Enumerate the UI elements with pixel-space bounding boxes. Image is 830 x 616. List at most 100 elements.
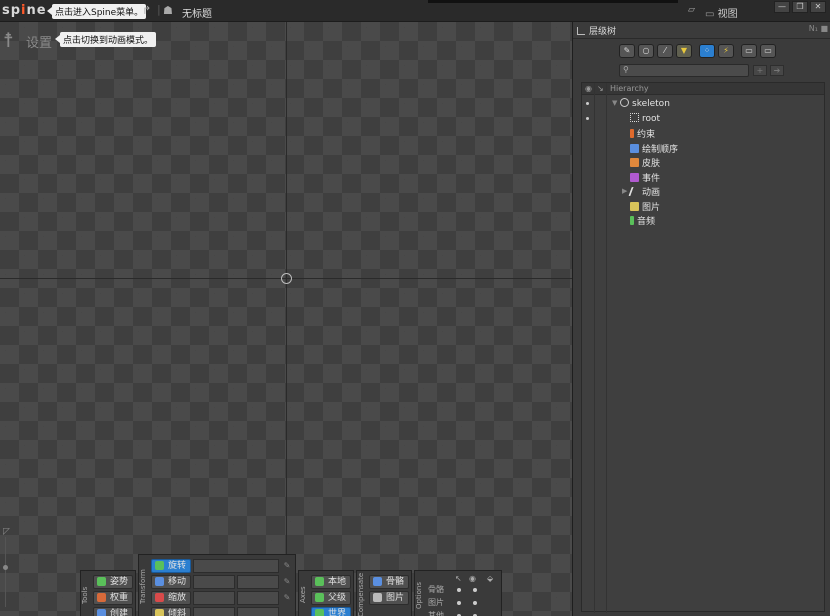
column-separator [594, 83, 595, 613]
zoom-slider[interactable]: ◸ [3, 527, 10, 607]
restore-button[interactable]: ❐ [792, 1, 808, 13]
translate-tool-button[interactable]: 移动 [151, 575, 191, 589]
skeleton-expander-icon[interactable]: ▼ [612, 99, 617, 107]
translate-pin-icon[interactable]: ✎ [281, 575, 293, 589]
local-axes-label: 本地 [328, 577, 347, 587]
tree-node-root[interactable]: root [630, 113, 660, 124]
parent-axes-label: 父级 [328, 593, 347, 603]
bones-filter-icon[interactable]: ✎ [619, 44, 635, 58]
bones-select-toggle[interactable] [457, 588, 461, 592]
search-icon: ⚲ [623, 65, 629, 74]
wand-icon[interactable]: ⚡ [718, 44, 734, 58]
funnel-filter-icon[interactable]: ▼ [676, 44, 692, 58]
tree-node-animations[interactable]: 动画 [628, 185, 660, 198]
constraints-filter-icon[interactable]: ⁄ [657, 44, 673, 58]
animations-expander-icon[interactable]: ▶ [622, 187, 627, 195]
tree-node-label: 音频 [637, 217, 656, 227]
tree-node-events[interactable]: 事件 [630, 171, 660, 184]
pose-tool-button[interactable]: 姿势 [93, 575, 133, 589]
zoom-icon: ◸ [3, 527, 10, 537]
options-row-images: 图片 [428, 598, 444, 607]
translate-x-field[interactable] [193, 575, 235, 589]
transform-group: Transform 旋转 ✎ 移动 ✎ 缩放 ✎ 倾斜 [138, 554, 296, 616]
scale-y-field[interactable] [237, 591, 279, 605]
select-mode-icon[interactable]: ⁘ [699, 44, 715, 58]
tree-node-constraints[interactable]: 约束 [630, 127, 655, 140]
pose-label: 姿势 [110, 577, 129, 587]
mode-label[interactable]: 设置 [26, 32, 52, 51]
view-menu[interactable]: ▭ 视图 [705, 5, 738, 20]
tree-node-label: 约束 [637, 130, 656, 140]
rotate-tool-button[interactable]: 旋转 [151, 559, 191, 573]
translate-y-field[interactable] [237, 575, 279, 589]
panel-menu-icon[interactable]: N₁ ■ [809, 24, 828, 33]
view-menu-label: 视图 [717, 9, 738, 20]
draw-order-icon [630, 144, 639, 153]
minimize-button[interactable]: — [774, 1, 790, 13]
compensate-bones-button[interactable]: 骨骼 [369, 575, 409, 589]
tree-node-draw-order[interactable]: 绘制顺序 [630, 142, 678, 155]
shear-label: 倾斜 [168, 609, 187, 616]
hierarchy-search-input[interactable] [619, 64, 749, 77]
shear-y-field[interactable] [237, 607, 279, 616]
hierarchy-tab[interactable]: 层级树 [577, 24, 616, 38]
scale-pin-icon[interactable]: ✎ [281, 591, 293, 605]
tree-node-skins[interactable]: 皮肤 [630, 156, 660, 169]
local-axes-button[interactable]: 本地 [311, 575, 351, 589]
compensate-bones-label: 骨骼 [386, 577, 405, 587]
hierarchy-tree[interactable]: ◉ ↘ Hierarchy ▼ skeleton root 约束 绘制顺序 皮肤… [581, 82, 825, 613]
compensate-images-label: 图片 [386, 593, 405, 603]
close-button[interactable]: ✕ [810, 1, 826, 13]
tree-header: ◉ ↘ Hierarchy [582, 83, 824, 95]
editor-viewport[interactable]: ☨ 设置 点击切换到动画模式。 ◸ Tools 姿势 权重 创建 Transfo… [0, 22, 572, 616]
audio-icon [630, 216, 634, 225]
shear-x-field[interactable] [193, 607, 235, 616]
weights-tool-button[interactable]: 权重 [93, 591, 133, 605]
constraints-icon [630, 129, 634, 138]
skeleton-visibility-dot[interactable] [586, 102, 589, 105]
window-controls: — ❐ ✕ [774, 1, 826, 13]
scale-tool-button[interactable]: 缩放 [151, 591, 191, 605]
eraser-icon[interactable]: ▱ [688, 5, 695, 15]
images-select-toggle[interactable] [457, 601, 461, 605]
root-visibility-dot[interactable] [586, 117, 589, 120]
bones-visible-toggle[interactable] [473, 588, 477, 592]
scale-label: 缩放 [168, 593, 187, 603]
paste-icon[interactable]: ▭ [760, 44, 776, 58]
shear-tool-button[interactable]: 倾斜 [151, 607, 191, 616]
tree-node-label: 绘制顺序 [642, 145, 679, 155]
translate-icon [155, 577, 164, 586]
tree-node-skeleton[interactable]: skeleton [620, 98, 670, 109]
redo-icon[interactable]: ↱ [142, 4, 151, 17]
y-axis-line [286, 22, 287, 616]
scale-x-field[interactable] [193, 591, 235, 605]
options-row-other: 其他 [428, 611, 444, 616]
create-tool-button[interactable]: 创建 [93, 607, 133, 616]
tree-node-images[interactable]: 图片 [630, 200, 660, 213]
axes-group: Axes 本地 父级 世界 [298, 570, 354, 616]
events-icon [630, 173, 639, 182]
options-row-bones: 骨骼 [428, 585, 444, 594]
view-menu-icon: ▭ [705, 9, 718, 20]
tree-node-audio[interactable]: 音频 [630, 214, 655, 227]
menu-tooltip: 点击进入Spine菜单。 [46, 4, 147, 19]
next-result-icon[interactable]: ➔ [770, 65, 784, 76]
images-visible-toggle[interactable] [473, 601, 477, 605]
zoom-knob[interactable] [3, 565, 8, 570]
rotate-value-field[interactable] [193, 559, 279, 573]
world-axes-label: 世界 [328, 609, 347, 616]
copy-icon[interactable]: ▭ [741, 44, 757, 58]
hierarchy-column-header: Hierarchy [610, 84, 649, 93]
weights-label: 权重 [110, 593, 129, 603]
compensate-images-button[interactable]: 图片 [369, 591, 409, 605]
tree-node-label: 图片 [642, 203, 661, 213]
slots-filter-icon[interactable]: ○ [638, 44, 654, 58]
compensate-images-icon [373, 593, 382, 602]
setup-mode-icon[interactable]: ☨ [3, 28, 14, 52]
world-axes-button[interactable]: 世界 [311, 607, 351, 616]
prev-result-icon[interactable]: + [753, 65, 767, 76]
rotate-pin-icon[interactable]: ✎ [281, 559, 293, 573]
parent-axes-button[interactable]: 父级 [311, 591, 351, 605]
spine-logo[interactable]: spine [2, 3, 47, 18]
hierarchy-panel: 层级树 N₁ ■ ✎ ○ ⁄ ▼ ⁘ ⚡ ▭ ▭ ⚲ + ➔ ◉ ↘ Hiera… [572, 22, 830, 616]
